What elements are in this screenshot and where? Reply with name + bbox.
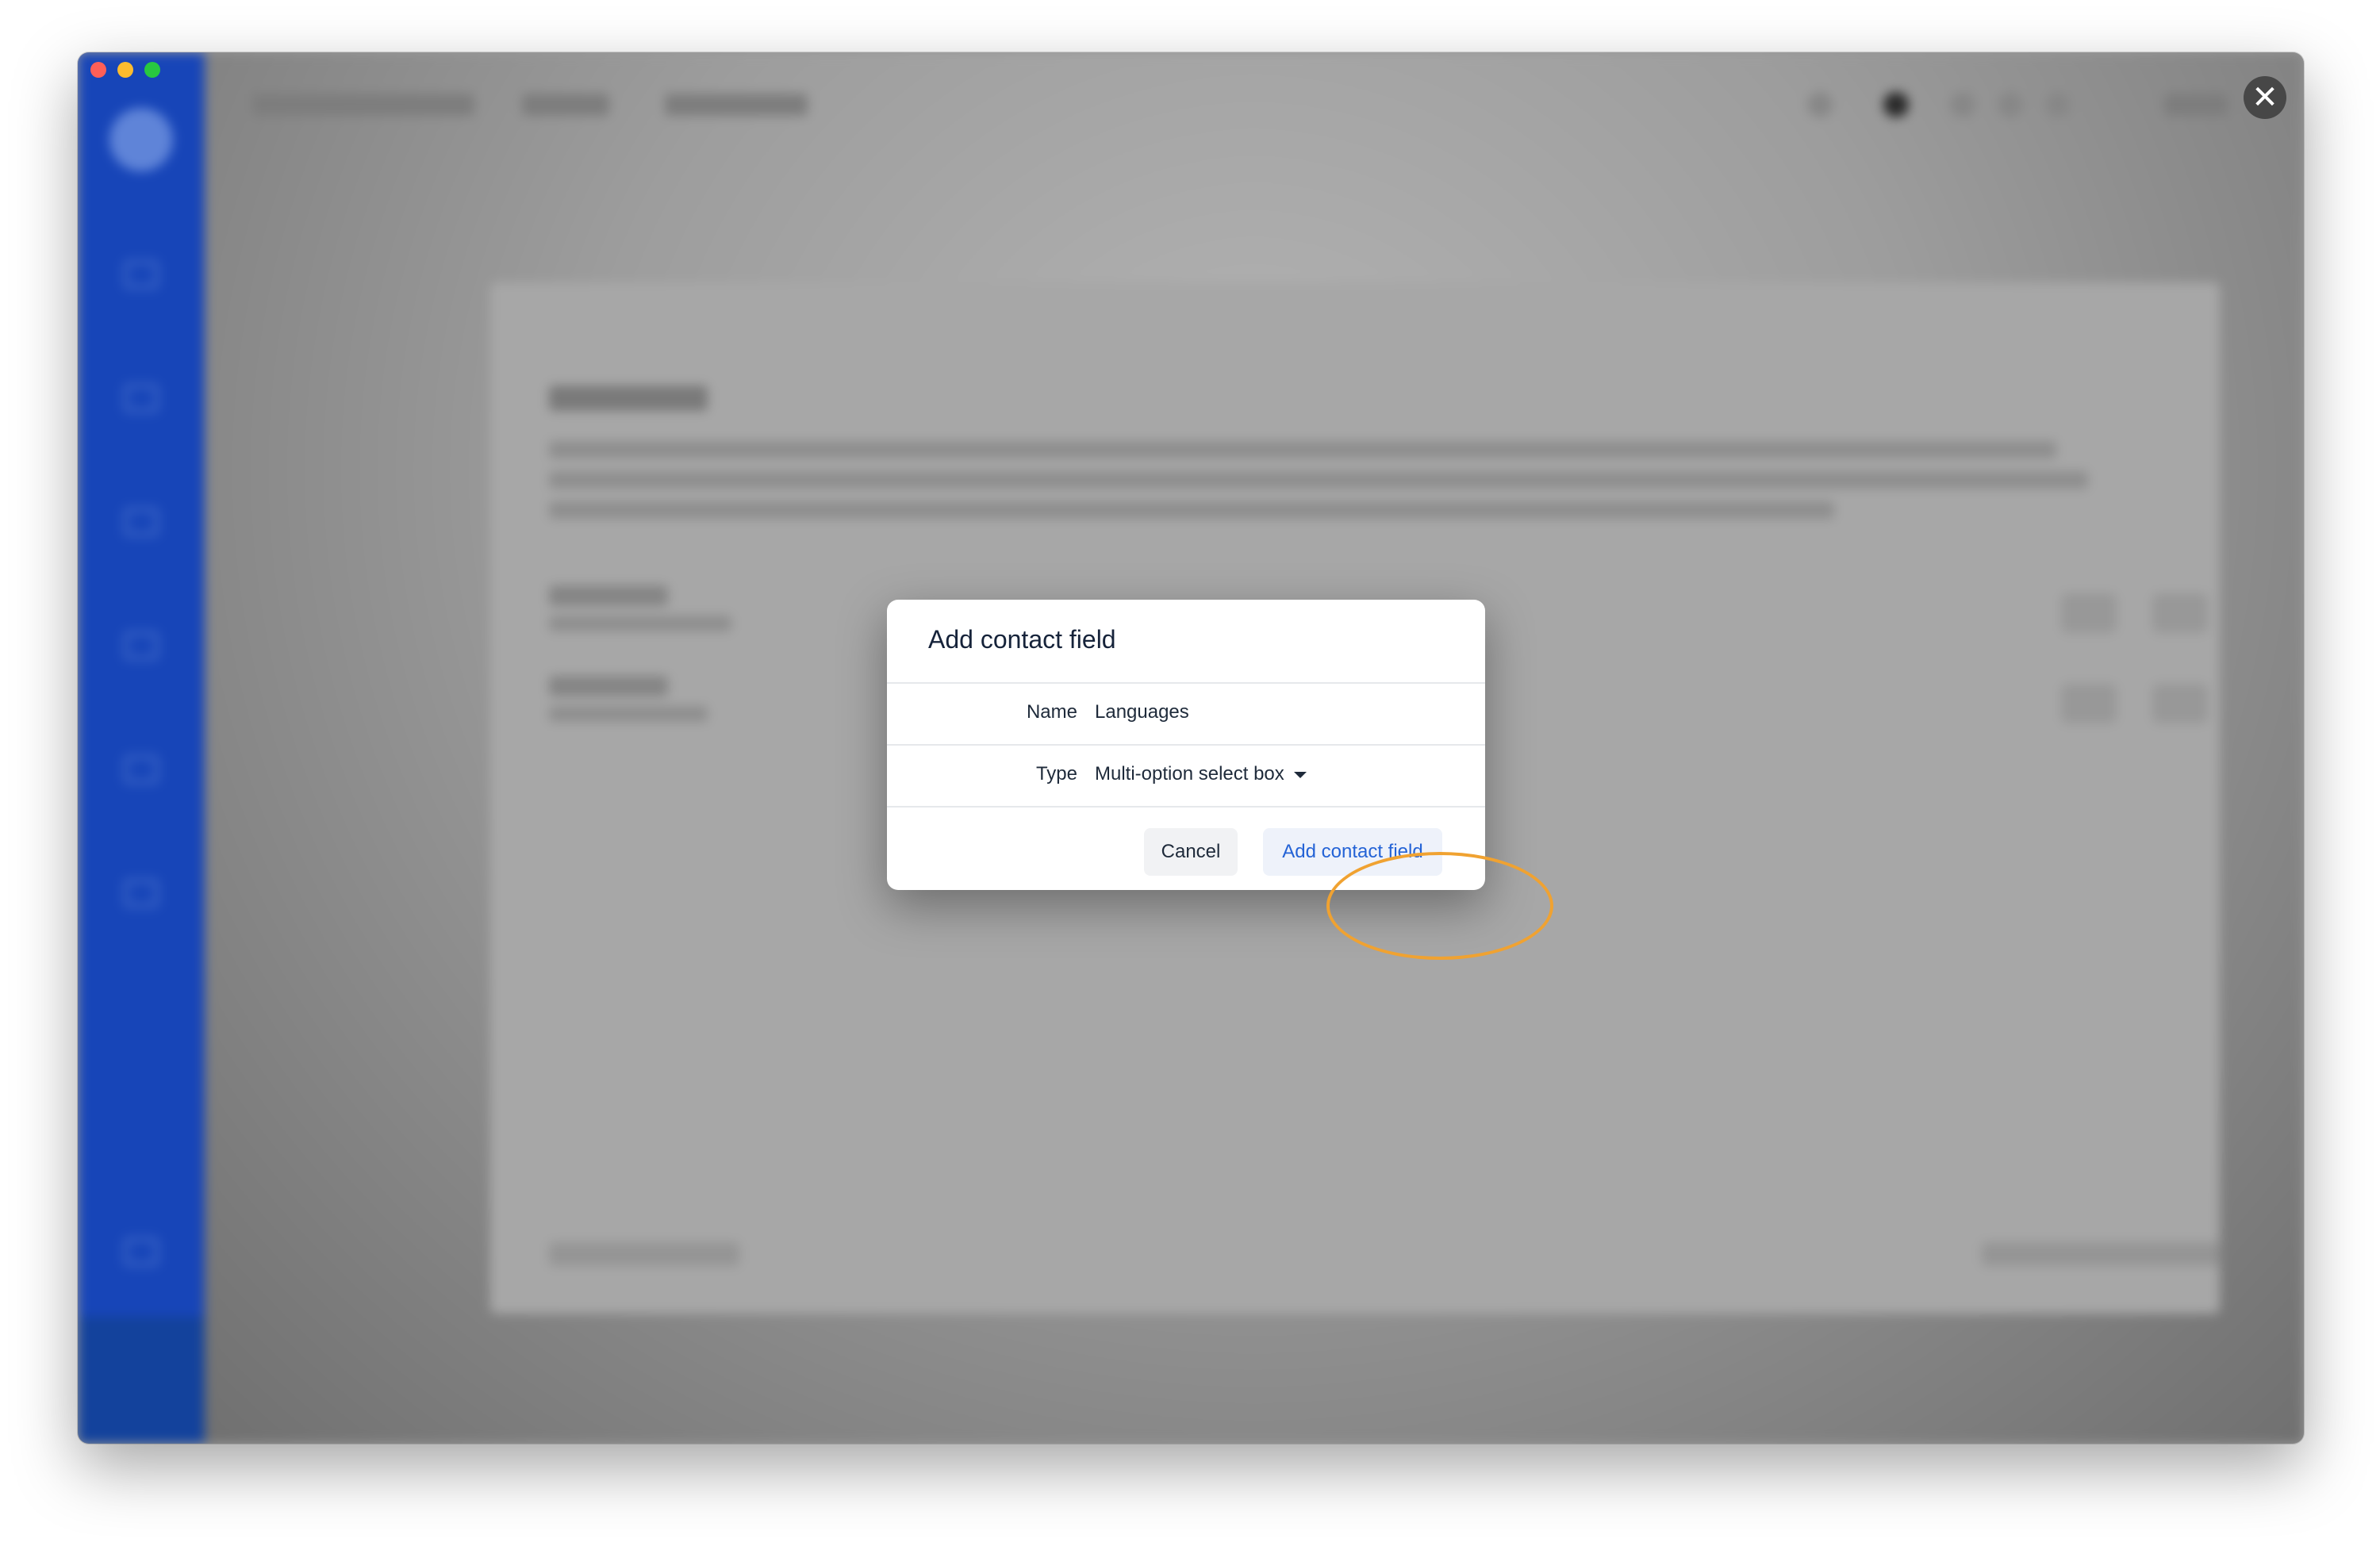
name-label: Name <box>1026 701 1077 723</box>
card-heading-blurred <box>549 386 708 411</box>
name-field[interactable]: Languages <box>1095 701 1189 723</box>
sidebar <box>78 52 205 1444</box>
card-row-1-sub <box>549 616 731 631</box>
window-controls <box>90 62 160 78</box>
card-footer-back-blurred <box>549 1242 739 1266</box>
highlight-annotation-ring <box>1326 852 1553 960</box>
dialog-divider-1 <box>887 682 1485 684</box>
topbar-icon-blurred-4 <box>1998 92 2023 117</box>
card-row-2-delete <box>2152 684 2208 723</box>
card-row-2-title <box>549 676 668 696</box>
sidebar-search-icon <box>124 1237 159 1266</box>
topbar-icon-blurred-2 <box>1883 92 1909 117</box>
card-row-1-delete <box>2152 593 2208 633</box>
type-select[interactable]: Multi-option select box <box>1095 763 1307 785</box>
sidebar-nav-icon-2 <box>124 384 159 412</box>
breadcrumb-blurred-3 <box>665 94 808 116</box>
card-row-1-title <box>549 585 668 606</box>
dialog-title: Add contact field <box>928 625 1116 654</box>
window-zoom-dot[interactable] <box>144 62 160 78</box>
topbar-icon-blurred-1 <box>1807 92 1833 117</box>
cancel-button[interactable]: Cancel <box>1144 828 1238 876</box>
breadcrumb-blurred-1 <box>252 94 474 116</box>
sidebar-nav-icon-6 <box>124 879 159 907</box>
type-select-value: Multi-option select box <box>1095 763 1284 785</box>
add-contact-field-dialog: Add contact field Name Languages Type Mu… <box>887 600 1485 890</box>
sidebar-nav-icon-4 <box>124 631 159 660</box>
breadcrumb-blurred-2 <box>522 94 609 116</box>
dialog-divider-2 <box>887 744 1485 746</box>
topbar-icon-blurred-5 <box>2045 92 2071 117</box>
sidebar-account-area <box>78 1317 205 1444</box>
card-text-line-1 <box>549 441 2056 458</box>
card-row-2-edit <box>2061 684 2117 723</box>
topbar-user-blurred <box>2164 94 2228 116</box>
type-label: Type <box>1035 763 1077 785</box>
topbar-icon-blurred-3 <box>1950 92 1975 117</box>
card-text-line-2 <box>549 471 2088 489</box>
card-row-1-edit <box>2061 593 2117 633</box>
window-close-dot[interactable] <box>90 62 106 78</box>
sidebar-nav-icon-5 <box>124 755 159 784</box>
app-logo <box>109 108 173 171</box>
card-footer-add-blurred <box>1982 1242 2220 1266</box>
sidebar-nav-icon-3 <box>124 508 159 536</box>
card-row-2-sub <box>549 706 708 722</box>
window-minimize-dot[interactable] <box>117 62 133 78</box>
chevron-down-icon <box>1293 771 1307 778</box>
close-icon[interactable]: ✕ <box>2244 76 2286 119</box>
dialog-divider-3 <box>887 806 1485 808</box>
sidebar-nav-icon-1 <box>124 260 159 289</box>
card-text-line-3 <box>549 501 1834 519</box>
app-window: ✕ Add contact field Name Languages Type … <box>78 52 2304 1444</box>
